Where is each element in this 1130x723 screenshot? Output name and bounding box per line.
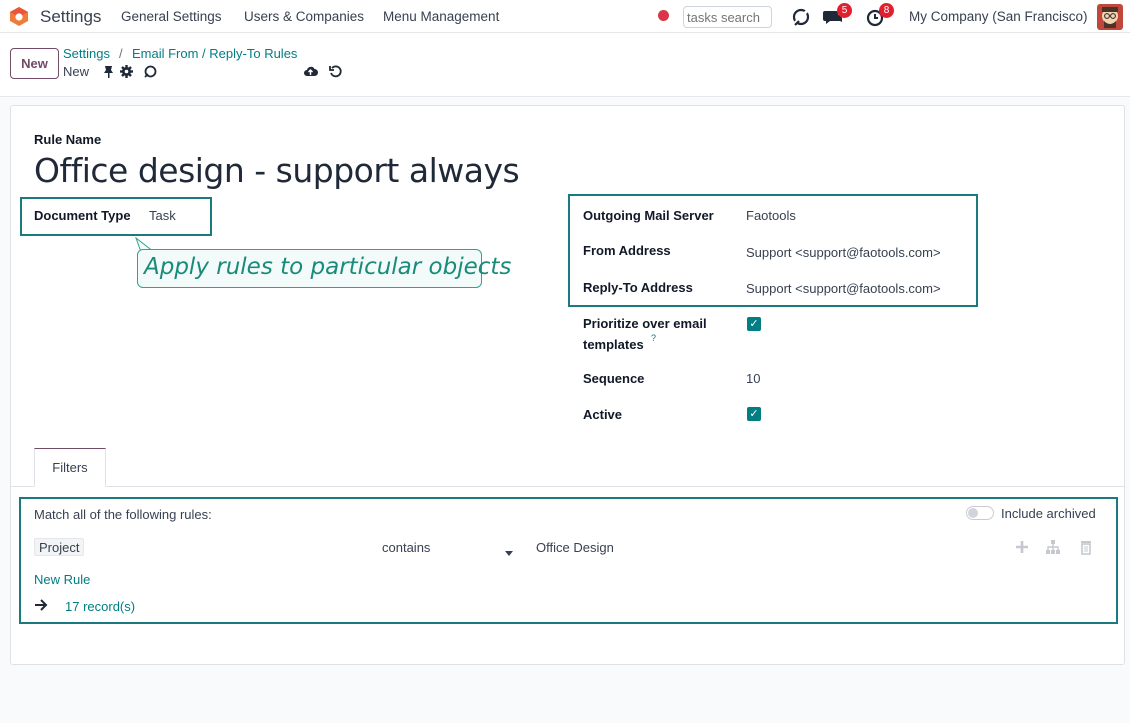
prioritize-checkbox[interactable]: ✓ [747,317,761,331]
search-input[interactable] [683,6,772,28]
menu-general-settings[interactable]: General Settings [121,9,222,24]
sync-icon[interactable] [143,64,158,79]
pin-icon[interactable] [101,64,116,79]
new-button[interactable]: New [10,48,59,79]
records-count-link[interactable]: 17 record(s) [65,599,135,614]
trash-icon[interactable] [1078,539,1094,555]
sequence-label: Sequence [583,371,645,386]
reply-to-label: Reply-To Address [583,280,693,295]
document-type-label: Document Type [34,208,131,223]
user-avatar[interactable] [1097,4,1123,30]
arrow-right-icon [34,599,48,611]
control-panel [0,33,1130,97]
breadcrumb-current[interactable]: Email From / Reply-To Rules [132,46,297,61]
discard-undo-icon[interactable] [328,64,343,79]
tab-filters[interactable]: Filters [34,448,106,487]
reply-to-field[interactable]: Support <support@faotools.com> [746,281,941,296]
new-rule-link[interactable]: New Rule [34,572,90,587]
toggle-knob [968,508,978,518]
sequence-field[interactable]: 10 [746,371,760,386]
refresh-icon[interactable] [790,6,812,28]
prioritize-label-line2: templates [583,337,644,352]
save-cloud-icon[interactable] [303,64,318,79]
breadcrumb-settings[interactable]: Settings [63,46,110,61]
from-address-field[interactable]: Support <support@faotools.com> [746,245,941,260]
gear-icon[interactable] [119,64,134,79]
record-status: New [63,64,90,79]
document-type-field[interactable]: Task [149,208,176,223]
outgoing-server-field[interactable]: Faotools [746,208,796,223]
recording-indicator-icon[interactable] [658,10,669,21]
settings-app-icon[interactable] [9,6,29,27]
menu-management[interactable]: Menu Management [383,9,499,24]
breadcrumb-separator: / [119,46,123,61]
outgoing-server-label: Outgoing Mail Server [583,208,714,223]
add-rule-icon[interactable] [1014,539,1030,555]
help-tooltip-icon[interactable]: ? [651,333,656,343]
rule-name-input[interactable]: Office design - support always [34,151,520,190]
match-rules-text: Match all of the following rules: [34,507,212,522]
include-archived-label: Include archived [1001,506,1096,521]
menu-users-companies[interactable]: Users & Companies [244,9,364,24]
active-checkbox[interactable]: ✓ [747,407,761,421]
activities-badge: 8 [879,3,894,18]
app-name[interactable]: Settings [40,7,101,27]
messages-badge: 5 [837,3,852,18]
tabs-divider [10,486,1125,487]
active-label: Active [583,407,623,422]
from-address-label: From Address [583,243,671,258]
add-branch-icon[interactable] [1045,539,1061,555]
prioritize-label-line1: Prioritize over email [583,316,707,331]
tooltip-callout: Apply rules to particular objects [137,249,511,288]
filter-operator-select[interactable]: contains [382,540,430,555]
filter-field-tag[interactable]: Project [34,538,85,556]
dropdown-caret-icon[interactable] [505,544,513,556]
rule-name-label: Rule Name [34,132,102,147]
filter-value-input[interactable]: Office Design [536,540,614,555]
company-switcher[interactable]: My Company (San Francisco) [909,9,1088,24]
